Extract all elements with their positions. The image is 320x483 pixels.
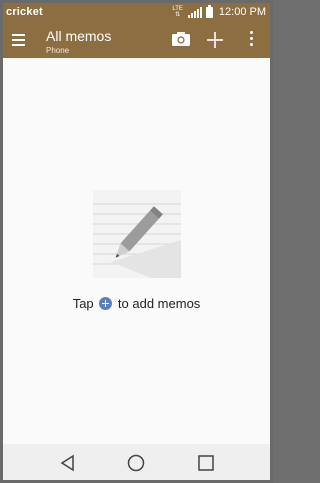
add-circle-icon bbox=[99, 297, 113, 310]
camera-icon[interactable] bbox=[172, 32, 190, 46]
empty-state-hint: Tap to add memos bbox=[3, 296, 270, 311]
lte-icon: LTE ⇅ bbox=[172, 6, 183, 18]
status-icons: LTE ⇅ 12:00 PM bbox=[172, 4, 266, 18]
device-frame: cricket LTE ⇅ 12:00 PM All memos Phone T… bbox=[0, 0, 273, 483]
recent-apps-icon[interactable] bbox=[197, 454, 215, 472]
app-bar: All memos Phone bbox=[3, 23, 270, 58]
carrier-name: cricket bbox=[6, 6, 43, 18]
status-bar: cricket LTE ⇅ 12:00 PM bbox=[3, 3, 270, 23]
back-icon[interactable] bbox=[59, 454, 77, 472]
to-add-memos-label: to add memos bbox=[117, 296, 201, 311]
memo-pencil-illustration bbox=[93, 190, 181, 278]
more-options-icon[interactable] bbox=[249, 31, 253, 49]
screen: cricket LTE ⇅ 12:00 PM All memos Phone T… bbox=[3, 3, 270, 480]
menu-icon[interactable] bbox=[12, 34, 25, 46]
home-icon[interactable] bbox=[127, 454, 145, 472]
signal-icon bbox=[187, 6, 202, 18]
status-time: 12:00 PM bbox=[218, 6, 266, 18]
navigation-bar bbox=[3, 444, 270, 480]
data-arrows-icon: ⇅ bbox=[175, 12, 181, 18]
page-subtitle: Phone bbox=[46, 46, 70, 55]
battery-icon bbox=[205, 4, 213, 18]
page-title: All memos bbox=[46, 28, 112, 44]
add-icon[interactable] bbox=[206, 31, 224, 49]
tap-label: Tap bbox=[72, 296, 94, 311]
